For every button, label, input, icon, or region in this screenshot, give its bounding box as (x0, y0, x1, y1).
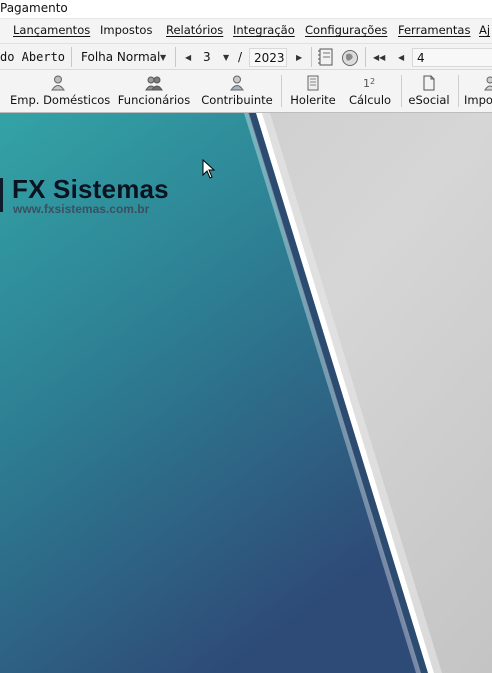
holerite-label: Holerite (290, 93, 336, 107)
chevron-down-icon[interactable]: ▼ (160, 53, 166, 62)
importar-label: Impo (464, 93, 492, 107)
brand-url: www.fxsistemas.com.br (13, 202, 150, 216)
contribuinte-label: Contribuinte (201, 93, 273, 107)
document-icon (420, 75, 438, 91)
toolbar-separator (281, 75, 282, 107)
toolbar-separator (365, 47, 366, 67)
globe-icon[interactable] (341, 49, 359, 67)
menu-impostos[interactable]: Impostos (100, 23, 152, 37)
menu-ajuda[interactable]: Aj (479, 23, 490, 37)
main-toolbar: Emp. Domésticos Funcionários Contribuint… (0, 70, 492, 113)
menu-bar: Lançamentos Impostos Relatórios Integraç… (0, 19, 492, 43)
status-text: do Aberto (0, 50, 66, 64)
menu-lancamentos[interactable]: Lançamentos (13, 23, 90, 37)
payslip-icon (304, 75, 322, 91)
calculo-label: Cálculo (348, 93, 392, 107)
period-toolbar: do Aberto Folha Normal ▼ ◀ 3 ▼ / 2023 ▶ … (0, 43, 492, 70)
contribuinte-button[interactable]: Contribuinte (201, 70, 273, 112)
person-icon (49, 75, 67, 91)
emp-domesticos-label: Emp. Domésticos (10, 93, 111, 107)
brand-name: FX Sistemas (12, 174, 169, 204)
year-field[interactable]: 2023 (249, 48, 287, 67)
group-icon (145, 75, 163, 91)
date-separator: / (238, 50, 243, 64)
record-field[interactable]: 4 (412, 48, 492, 67)
toolbar-separator (401, 75, 402, 107)
svg-text:1: 1 (363, 77, 370, 90)
funcionarios-button[interactable]: Funcionários (117, 70, 191, 112)
holerite-button[interactable]: Holerite (287, 70, 339, 112)
toolbar-separator (175, 47, 176, 67)
window-titlebar: Pagamento (0, 0, 492, 19)
toolbar-separator (458, 75, 459, 107)
brand-accent-bar (0, 178, 3, 212)
import-icon (482, 75, 492, 91)
emp-domesticos-button[interactable]: Emp. Domésticos (10, 70, 111, 112)
window-title: Pagamento (0, 1, 68, 15)
year-value: 2023 (254, 51, 285, 65)
funcionarios-label: Funcionários (117, 93, 191, 107)
mouse-cursor-icon (202, 159, 216, 179)
record-value: 4 (417, 51, 425, 65)
toolbar-separator (71, 47, 72, 67)
menu-configuracoes[interactable]: Configurações (305, 23, 387, 37)
importar-button[interactable]: Impo (464, 70, 492, 112)
menu-integracao[interactable]: Integração (233, 23, 295, 37)
month-field[interactable]: 3 (203, 50, 211, 64)
prev-record-icon[interactable]: ◀ (398, 53, 404, 62)
prev-month-icon[interactable]: ◀ (185, 53, 191, 62)
first-record-icon[interactable]: ◀◀ (373, 53, 385, 62)
menu-ferramentas[interactable]: Ferramentas (398, 23, 470, 37)
toolbar-separator (311, 47, 312, 67)
menu-relatorios[interactable]: Relatórios (166, 23, 223, 37)
calculator-icon: 12 (361, 75, 379, 91)
svg-text:2: 2 (370, 77, 375, 86)
contributor-icon (228, 75, 246, 91)
notebook-icon[interactable] (318, 48, 334, 66)
next-month-icon[interactable]: ▶ (296, 53, 302, 62)
folha-select[interactable]: Folha Normal (81, 50, 160, 64)
esocial-button[interactable]: eSocial (406, 70, 452, 112)
calculo-button[interactable]: 12 Cálculo (345, 70, 395, 112)
chevron-down-icon[interactable]: ▼ (223, 53, 229, 62)
esocial-label: eSocial (408, 93, 450, 107)
